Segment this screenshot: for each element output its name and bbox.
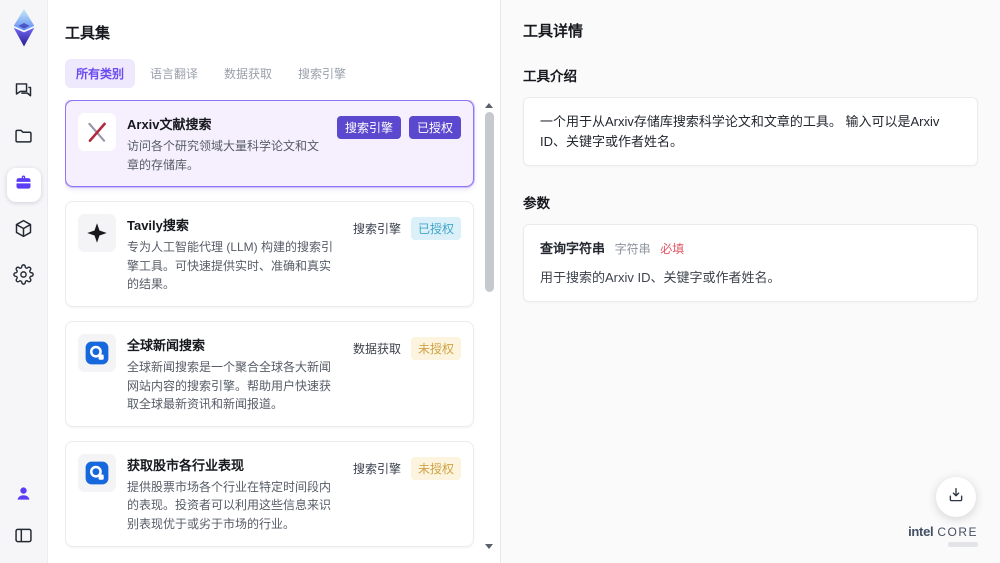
tool-description: 专为人工智能代理 (LLM) 构建的搜索引擎工具。可快速提供实时、准确和真实的结…: [127, 240, 334, 292]
tool-category-tag: 搜索引擎: [352, 222, 401, 237]
tool-icon: [78, 214, 116, 253]
tool-list-panel: 工具集 所有类别 语言翻译 数据获取 搜索引擎 Arxiv文献搜索 访问各个研究…: [48, 0, 500, 563]
tool-category-tag: 搜索引擎: [352, 461, 401, 476]
brand-intel-text: intel: [908, 524, 934, 539]
tool-auth-badge: 未授权: [410, 456, 461, 480]
tool-auth-badge: 已授权: [410, 217, 461, 241]
sidebar-nav: [6, 76, 41, 294]
tool-tags: 数据获取 未授权: [351, 334, 461, 414]
package-icon: [13, 218, 34, 244]
tool-auth-badge: 已授权: [408, 116, 461, 139]
tool-text: Tavily搜索 专为人工智能代理 (LLM) 构建的搜索引擎工具。可快速提供实…: [127, 214, 340, 294]
tool-card[interactable]: Arxiv文献搜索 访问各个研究领域大量科学论文和文章的存储库。 搜索引擎 已授…: [65, 100, 474, 188]
sidebar-item-chat[interactable]: [7, 76, 41, 110]
scrollbar-thumb[interactable]: [485, 112, 494, 292]
download-button[interactable]: [936, 477, 976, 517]
tool-name: 全球新闻搜索: [127, 337, 206, 353]
tab-language-translation[interactable]: 语言翻译: [139, 59, 209, 88]
intro-heading: 工具介绍: [523, 69, 577, 84]
tool-tags: 搜索引擎 未授权: [351, 454, 461, 534]
brand-sub-badge: [948, 542, 978, 547]
tool-list: Arxiv文献搜索 访问各个研究领域大量科学论文和文章的存储库。 搜索引擎 已授…: [65, 100, 500, 555]
tab-all-categories[interactable]: 所有类别: [65, 59, 136, 88]
tool-tags: 搜索引擎 已授权: [336, 113, 461, 174]
brand-core-text: CORE: [937, 525, 978, 539]
sidebar-item-files[interactable]: [7, 122, 41, 156]
tool-tags: 搜索引擎 已授权: [351, 214, 461, 294]
folder-icon: [13, 126, 34, 152]
scrollbar-down-arrow[interactable]: [485, 544, 493, 549]
intel-core-logo: intel CORE: [908, 524, 978, 547]
sidebar: [0, 0, 48, 563]
param-type: 字符串: [614, 242, 651, 256]
tool-category-tag: 搜索引擎: [336, 116, 401, 139]
download-icon: [947, 486, 965, 509]
chat-icon: [13, 80, 34, 106]
param-name: 查询字符串: [540, 241, 606, 256]
tool-card[interactable]: 获取股市各行业表现 提供股票市场各个行业在特定时间段内的表现。投资者可以利用这些…: [65, 440, 474, 547]
tool-text: 全球新闻搜索 全球新闻搜索是一个聚合全球各大新闻网站内容的搜索引擎。帮助用户快速…: [127, 334, 340, 414]
app-window: 工具集 所有类别 语言翻译 数据获取 搜索引擎 Arxiv文献搜索 访问各个研究…: [0, 0, 1000, 563]
intro-card: 一个用于从Arxiv存储库搜索科学论文和文章的工具。 输入可以是Arxiv ID…: [523, 97, 978, 166]
tool-category-tag: 数据获取: [352, 341, 401, 356]
tab-search-engine[interactable]: 搜索引擎: [287, 59, 357, 88]
tool-card[interactable]: Tavily搜索 专为人工智能代理 (LLM) 构建的搜索引擎工具。可快速提供实…: [65, 201, 474, 307]
app-logo: [9, 8, 39, 48]
tool-icon: [78, 113, 116, 151]
tool-name: 获取股市各行业表现: [127, 457, 245, 473]
tool-details-panel: 工具详情 工具介绍 一个用于从Arxiv存储库搜索科学论文和文章的工具。 输入可…: [500, 0, 1000, 563]
tool-description: 提供股票市场各个行业在特定时间段内的表现。投资者可以利用这些信息来识别表现优于或…: [127, 479, 332, 531]
tool-description: 全球新闻搜索是一个聚合全球各大新闻网站内容的搜索引擎。帮助用户快速获取全球最新资…: [127, 359, 332, 412]
tool-auth-badge: 未授权: [410, 336, 461, 360]
sidebar-item-settings[interactable]: [7, 260, 41, 294]
sidebar-item-tools[interactable]: [6, 168, 41, 202]
tab-data-fetching[interactable]: 数据获取: [213, 59, 283, 88]
tool-cards: Arxiv文献搜索 访问各个研究领域大量科学论文和文章的存储库。 搜索引擎 已授…: [65, 100, 474, 555]
params-heading: 参数: [523, 196, 550, 211]
tool-text: Arxiv文献搜索 访问各个研究领域大量科学论文和文章的存储库。: [127, 113, 326, 174]
scrollbar[interactable]: [482, 100, 494, 555]
param-description: 用于搜索的Arxiv ID、关键字或作者姓名。: [540, 269, 781, 285]
sidebar-item-packages[interactable]: [7, 214, 41, 248]
collapse-panel-icon: [13, 525, 34, 551]
param-card: 查询字符串 字符串 必填 用于搜索的Arxiv ID、关键字或作者姓名。: [523, 224, 978, 302]
toolbox-icon: [13, 172, 34, 198]
scrollbar-up-arrow[interactable]: [485, 103, 493, 108]
param-header: 查询字符串 字符串 必填: [540, 239, 961, 259]
user-icon: [14, 484, 33, 508]
tool-name: Tavily搜索: [127, 218, 189, 234]
sidebar-bottom: [0, 479, 47, 555]
settings-gear-icon: [13, 264, 34, 290]
tool-text: 获取股市各行业表现 提供股票市场各个行业在特定时间段内的表现。投资者可以利用这些…: [127, 454, 340, 534]
details-title: 工具详情: [523, 23, 584, 40]
tool-card[interactable]: 全球新闻搜索 全球新闻搜索是一个聚合全球各大新闻网站内容的搜索引擎。帮助用户快速…: [65, 320, 474, 427]
tool-description: 访问各个研究领域大量科学论文和文章的存储库。: [127, 139, 320, 172]
intro-text: 一个用于从Arxiv存储库搜索科学论文和文章的工具。 输入可以是Arxiv ID…: [540, 114, 940, 149]
param-required-badge: 必填: [660, 242, 685, 256]
sidebar-item-collapse[interactable]: [7, 521, 41, 555]
sidebar-item-account[interactable]: [7, 479, 41, 513]
page-title: 工具集: [65, 25, 111, 42]
tool-name: Arxiv文献搜索: [127, 117, 212, 132]
tool-icon: [78, 453, 116, 492]
category-tabs: 所有类别 语言翻译 数据获取 搜索引擎: [65, 59, 500, 88]
tool-icon: [78, 333, 116, 372]
